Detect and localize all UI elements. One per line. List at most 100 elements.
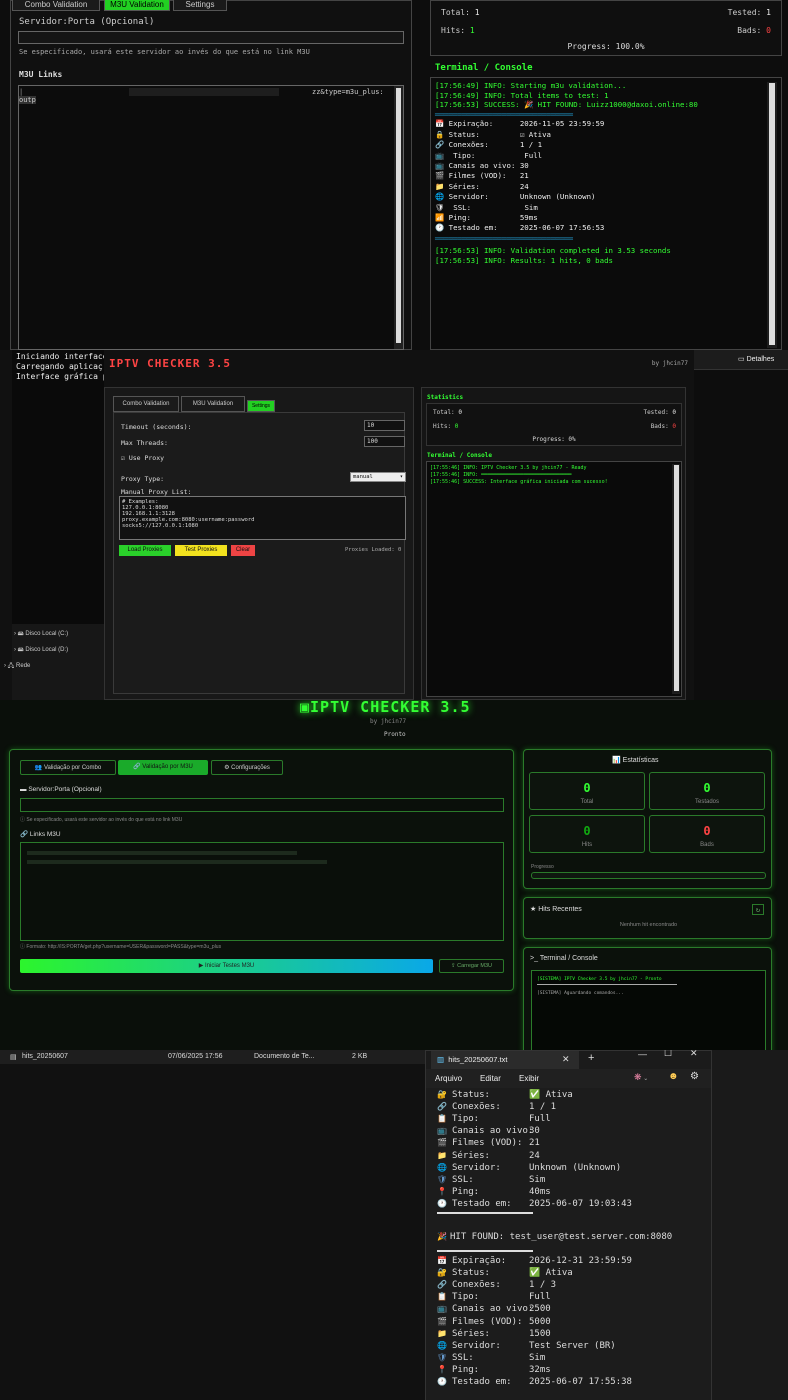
console-line-3: [17:55:46] SUCCESS: Interface gráfica in…: [430, 479, 608, 485]
timeout-label: Timeout (seconds):: [121, 423, 192, 431]
hits-value: 0: [454, 423, 459, 430]
row-label: Conexões:: [452, 1280, 501, 1291]
console-scrollbar[interactable]: [672, 464, 680, 694]
tab-m3u-validation-2[interactable]: M3U Validation: [181, 396, 245, 412]
stats-card: 📊 Estatísticas 0 Total 0 Testados 0 Hits 0B…: [523, 749, 772, 889]
row-icon: 🌐: [437, 1340, 447, 1350]
tested-value: 1: [766, 8, 771, 17]
row-label: Testado em:: [452, 1377, 512, 1387]
hits-label: Hits:: [433, 423, 452, 430]
left-log-line-1: Iniciando interface: [16, 352, 108, 361]
proxy-list-textarea[interactable]: # Examples: 127.0.0.1:8080 192.168.1.1:312…: [119, 496, 406, 540]
server-input[interactable]: [18, 31, 404, 44]
file-row[interactable]: ▤ hits_20250607 07/06/2025 17:56 Documen…: [0, 1050, 425, 1064]
terminal-icon: >_: [530, 955, 538, 962]
test-proxies-button[interactable]: Test Proxies: [175, 545, 227, 556]
explorer-item-network[interactable]: › 🖧 Rede: [4, 661, 30, 671]
notepad-tab[interactable]: ▥ hits_20250607.txt: [431, 1051, 579, 1069]
row-value: Full: [529, 1292, 551, 1303]
copilot-icon[interactable]: ❋ ⌄: [634, 1072, 648, 1083]
new-tab-icon[interactable]: +: [588, 1052, 594, 1064]
row-value: 24: [529, 1150, 540, 1161]
tab-combo-validation-2[interactable]: Combo Validation: [113, 396, 179, 412]
hit-found-header: HIT FOUND: test_user@test.server.com:808…: [450, 1232, 673, 1242]
chart-icon: 📊: [612, 757, 621, 764]
menu-editar[interactable]: Editar: [480, 1074, 501, 1083]
bads-value: 0: [672, 423, 676, 430]
load-proxies-button[interactable]: Load Proxies: [119, 545, 171, 556]
m3u-scrollbar[interactable]: [394, 86, 403, 349]
format-hint: ⓘ Formato: http://IS:PORTA/get.php?usern…: [20, 944, 222, 950]
console-title: Terminal / Console: [427, 452, 493, 459]
app-author: by jhcin77: [370, 718, 407, 725]
row-label: Ping:: [452, 1186, 480, 1197]
start-tests-button[interactable]: ▶ Iniciar Testes M3U: [20, 959, 433, 973]
timeout-input[interactable]: 10: [364, 420, 405, 431]
row-value: 32ms: [529, 1364, 551, 1375]
row-value: 1 / 3: [529, 1280, 557, 1291]
server-hint: ⓘ Se especificado, usará este servidor a…: [20, 817, 183, 823]
row-label: Expiração:: [452, 1256, 507, 1266]
details-button[interactable]: ▭ Detalhes: [738, 355, 774, 363]
file-icon: ▤: [10, 1054, 17, 1061]
server-hint: Se especificado, usará este servidor ao …: [19, 48, 310, 56]
console-line-10: 🎬 Filmes (VOD): 21: [435, 171, 529, 181]
load-m3u-button[interactable]: ⇪ Carregar M3U: [439, 959, 504, 973]
m3u-textarea[interactable]: | zz&type=m3u_plus: outp: [18, 85, 404, 350]
row-label: Tipo:: [452, 1114, 480, 1125]
tab-combo-validation[interactable]: Combo Validation: [12, 0, 100, 11]
maximize-icon[interactable]: ☐: [664, 1050, 672, 1059]
panel-settings-tab: Iniciando interface Carregando aplicaç I…: [0, 350, 788, 700]
tab-m3u-validation[interactable]: M3U Validation: [104, 0, 170, 11]
clear-button[interactable]: Clear: [231, 545, 255, 556]
row-value: ✅ Ativa: [529, 1268, 573, 1279]
menu-exibir[interactable]: Exibir: [519, 1074, 539, 1083]
console-line-13: 🛡 SSL: Sim: [435, 202, 538, 212]
server-input[interactable]: [20, 798, 504, 812]
tab-settings[interactable]: Settings: [173, 0, 227, 11]
close-tab-icon[interactable]: ✕: [562, 1054, 570, 1065]
explorer-item-c[interactable]: › 🖴 Disco Local (C:): [14, 629, 68, 639]
hits-empty: Nenhum hit encontrado: [619, 922, 678, 928]
recent-hits-card: ★ Hits Recentes ↻ Nenhum hit encontrado: [523, 897, 772, 939]
stats-console-pane: Statistics Total: 0 Tested: 0 Hits: 0 Ba…: [421, 387, 686, 700]
notepad-icon: ▥: [437, 1055, 445, 1064]
console-line-4: ═══════════════════════════════: [435, 109, 573, 119]
proxy-type-select[interactable]: manual ▾: [350, 472, 406, 482]
console-line-16: ═══════════════════════════════: [435, 233, 573, 243]
tab-settings-2[interactable]: Settings: [247, 400, 275, 412]
tab-m3u[interactable]: 🔗 Validação por M3U: [118, 760, 208, 775]
menu-arquivo[interactable]: Arquivo: [435, 1074, 462, 1083]
row-icon: 📁: [437, 1150, 447, 1160]
row-label: Canais ao vivo:: [452, 1126, 534, 1137]
row-icon: 🛡: [437, 1352, 448, 1362]
use-proxy-checkbox[interactable]: ☑ Use Proxy: [121, 454, 164, 462]
m3u-textarea[interactable]: [20, 842, 504, 941]
details-bar: ▭ Detalhes: [694, 350, 788, 370]
settings-icon[interactable]: ⚙: [690, 1071, 699, 1082]
console-scrollbar[interactable]: [767, 82, 777, 348]
stat-bads: 0 Bads: [649, 815, 765, 853]
row-label: Tipo:: [452, 1292, 480, 1303]
tab-config[interactable]: ⚙ Configurações: [211, 760, 283, 775]
row-value: 21: [529, 1138, 540, 1149]
info-icon: ⓘ: [20, 817, 26, 823]
link-icon: 🔗: [133, 764, 141, 770]
progress-text: Progress: 0%: [532, 436, 576, 443]
explorer-item-d[interactable]: › 🖴 Disco Local (D:): [14, 645, 68, 655]
tab-combo[interactable]: 👥 Validação por Combo: [20, 760, 116, 775]
console-line-9: 📺 Canais ao vivo: 30: [435, 161, 529, 170]
close-window-icon[interactable]: ✕: [690, 1050, 698, 1059]
threads-input[interactable]: 100: [364, 436, 405, 447]
avatar-icon[interactable]: ☻: [668, 1071, 679, 1082]
stat-tested: 0 Testados: [649, 772, 765, 810]
minimize-icon[interactable]: —: [638, 1050, 647, 1059]
row-value: 2025-06-07 19:03:43: [529, 1198, 632, 1209]
row-icon: 🔐: [437, 1090, 447, 1099]
separator: [437, 1212, 533, 1214]
row-icon: 📋: [437, 1114, 447, 1124]
server-label: ▬ Servidor:Porta (Opcional): [20, 786, 102, 793]
total-value: 0: [458, 409, 462, 416]
refresh-icon[interactable]: ↻: [752, 904, 764, 915]
tested-label: Tested:: [643, 409, 669, 416]
